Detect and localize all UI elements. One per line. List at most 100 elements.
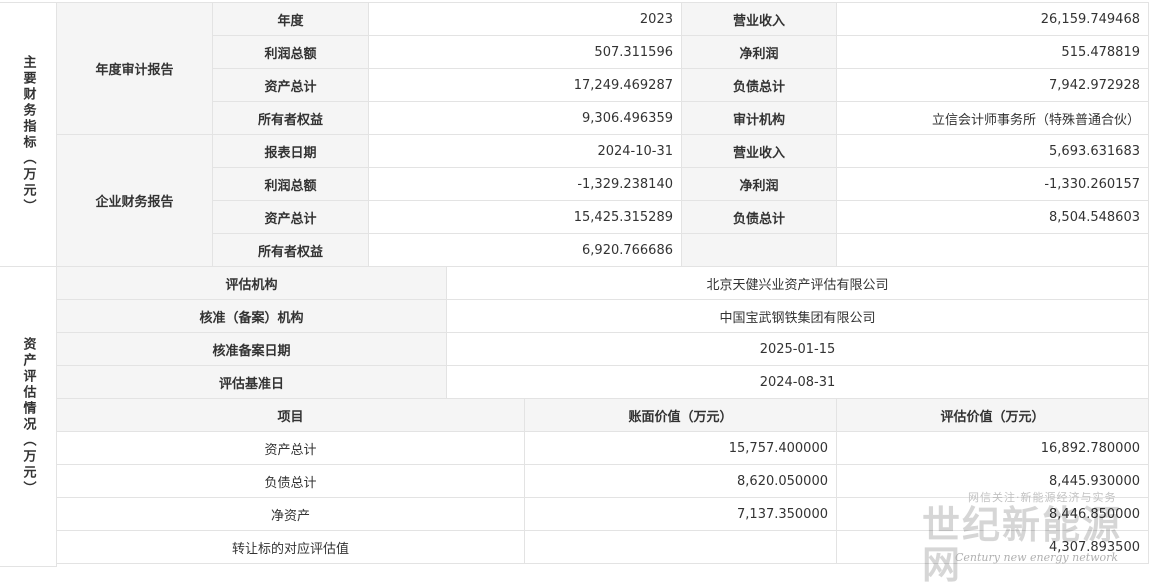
valuation-info-label-3-text: 评估基准日 [218, 376, 284, 392]
report-row-0-label-1: 报表日期 [213, 135, 369, 168]
valuation-info-value-1-text: 中国宝武钢铁集团有限公司 [719, 310, 876, 326]
annual-row-3-value-1: 9,306.496359 [369, 102, 682, 135]
annual-row-0-label-1-text: 年度 [277, 13, 304, 29]
financial-group-label-text: 主要财务指标（万元） [20, 54, 36, 215]
report-report-label-text: 企业财务报告 [95, 195, 174, 210]
report-row-1-value-1-text: -1,329.238140 [577, 176, 673, 192]
valuation-row-3-item: 转让标的对应评估值 [57, 531, 525, 564]
annual-row-1-label-1: 利润总额 [213, 36, 369, 69]
annual-row-2-label-1: 资产总计 [213, 69, 369, 102]
valuation-col-book-text: 账面价值（万元） [628, 409, 733, 425]
valuation-row-2-book-text: 7,137.350000 [737, 506, 828, 522]
report-row-1-value-2-text: -1,330.260157 [1044, 176, 1140, 192]
valuation-info-value-1: 中国宝武钢铁集团有限公司 [447, 300, 1149, 333]
valuation-info-label-1-text: 核准（备案）机构 [199, 310, 304, 326]
report-row-3-label-1: 所有者权益 [213, 234, 369, 267]
report-row-1-label-2-text: 净利润 [739, 178, 779, 194]
annual-row-1-label-2-text: 净利润 [739, 46, 779, 62]
valuation-row-0-book: 15,757.400000 [525, 432, 837, 465]
annual-report-label-text: 年度审计报告 [95, 63, 174, 78]
valuation-info-label-1: 核准（备案）机构 [57, 300, 447, 333]
valuation-info-label-2-text: 核准备案日期 [212, 343, 291, 359]
report-row-3-label-2 [682, 234, 837, 267]
valuation-row-1-item-text: 负债总计 [264, 475, 317, 491]
report-row-1-label-1-text: 利润总额 [264, 178, 317, 194]
annual-row-1-label-2: 净利润 [682, 36, 837, 69]
valuation-info-value-2-text: 2025-01-15 [759, 341, 836, 357]
valuation-info-value-0: 北京天健兴业资产评估有限公司 [447, 267, 1149, 300]
annual-row-0-label-2-text: 营业收入 [732, 13, 785, 29]
valuation-col-item-text: 项目 [277, 409, 304, 425]
valuation-info-label-2: 核准备案日期 [57, 333, 447, 366]
report-row-0-label-2-text: 营业收入 [732, 145, 785, 161]
annual-row-2-label-2-text: 负债总计 [732, 79, 785, 95]
annual-row-3-label-1: 所有者权益 [213, 102, 369, 135]
valuation-col-appraised: 评估价值（万元） [837, 399, 1149, 432]
annual-row-0-value-2-text: 26,159.749468 [1040, 11, 1140, 27]
valuation-row-0-appraised-text: 16,892.780000 [1040, 440, 1140, 456]
valuation-group-label: 资产评估情况（万元） [0, 267, 57, 567]
valuation-row-0-item-text: 资产总计 [264, 442, 317, 458]
annual-row-1-value-2-text: 515.478819 [1061, 44, 1140, 60]
annual-row-2-label-2: 负债总计 [682, 69, 837, 102]
valuation-row-3-item-text: 转让标的对应评估值 [231, 541, 349, 557]
annual-row-0-value-1: 2023 [369, 3, 682, 36]
report-row-2-value-1-text: 15,425.315289 [573, 209, 673, 225]
financial-group-label: 主要财务指标（万元） [0, 3, 57, 267]
annual-row-0-label-1: 年度 [213, 3, 369, 36]
valuation-col-appraised-text: 评估价值（万元） [940, 409, 1045, 425]
annual-row-1-value-1-text: 507.311596 [594, 44, 673, 60]
valuation-row-0-appraised: 16,892.780000 [837, 432, 1149, 465]
valuation-info-value-3: 2024-08-31 [447, 366, 1149, 399]
annual-row-2-value-1: 17,249.469287 [369, 69, 682, 102]
report-row-0-value-2-text: 5,693.631683 [1049, 143, 1140, 159]
valuation-info-label-0-text: 评估机构 [225, 277, 278, 293]
valuation-info-label-3: 评估基准日 [57, 366, 447, 399]
annual-row-3-value-2-text: 立信会计师事务所（特殊普通合伙） [931, 112, 1140, 128]
report-row-2-label-2-text: 负债总计 [732, 211, 785, 227]
annual-row-2-value-1-text: 17,249.469287 [573, 77, 673, 93]
report-row-2-value-2: 8,504.548603 [837, 201, 1149, 234]
report-report-label: 企业财务报告 [57, 135, 213, 267]
valuation-row-3-book [525, 531, 837, 564]
annual-row-2-label-1-text: 资产总计 [264, 79, 317, 95]
annual-row-3-label-2-text: 审计机构 [732, 112, 785, 128]
valuation-row-1-item: 负债总计 [57, 465, 525, 498]
valuation-row-0-book-text: 15,757.400000 [728, 440, 828, 456]
valuation-info-value-2: 2025-01-15 [447, 333, 1149, 366]
annual-row-1-value-2: 515.478819 [837, 36, 1149, 69]
annual-report-label: 年度审计报告 [57, 3, 213, 135]
annual-row-1-label-1-text: 利润总额 [264, 46, 317, 62]
report-row-3-label-1-text: 所有者权益 [257, 244, 323, 260]
annual-row-1-value-1: 507.311596 [369, 36, 682, 69]
report-row-2-value-1: 15,425.315289 [369, 201, 682, 234]
valuation-row-1-appraised-text: 8,445.930000 [1049, 473, 1140, 489]
valuation-row-1-book: 8,620.050000 [525, 465, 837, 498]
report-row-1-label-2: 净利润 [682, 168, 837, 201]
annual-row-2-value-2-text: 7,942.972928 [1049, 77, 1140, 93]
report-row-0-label-1-text: 报表日期 [264, 145, 317, 161]
valuation-info-value-3-text: 2024-08-31 [759, 374, 836, 390]
annual-row-0-value-2: 26,159.749468 [837, 3, 1149, 36]
report-row-0-value-1: 2024-10-31 [369, 135, 682, 168]
annual-row-3-label-2: 审计机构 [682, 102, 837, 135]
annual-row-0-label-2: 营业收入 [682, 3, 837, 36]
valuation-info-label-0: 评估机构 [57, 267, 447, 300]
report-row-2-label-1-text: 资产总计 [264, 211, 317, 227]
valuation-row-0-item: 资产总计 [57, 432, 525, 465]
valuation-group-label-text: 资产评估情况（万元） [20, 336, 36, 497]
valuation-col-item: 项目 [57, 399, 525, 432]
report-row-0-value-1-text: 2024-10-31 [597, 143, 673, 159]
report-row-3-value-1: 6,920.766686 [369, 234, 682, 267]
annual-row-0-value-1-text: 2023 [639, 11, 673, 27]
valuation-row-2-item: 净资产 [57, 498, 525, 531]
valuation-info-value-0-text: 北京天健兴业资产评估有限公司 [706, 277, 889, 293]
report-row-1-value-2: -1,330.260157 [837, 168, 1149, 201]
report-row-2-value-2-text: 8,504.548603 [1049, 209, 1140, 225]
annual-row-3-value-2: 立信会计师事务所（特殊普通合伙） [837, 102, 1149, 135]
annual-row-2-value-2: 7,942.972928 [837, 69, 1149, 102]
report-row-1-value-1: -1,329.238140 [369, 168, 682, 201]
report-row-3-value-2 [837, 234, 1149, 267]
watermark-subtitle: Century new energy network [955, 551, 1119, 564]
report-row-1-label-1: 利润总额 [213, 168, 369, 201]
